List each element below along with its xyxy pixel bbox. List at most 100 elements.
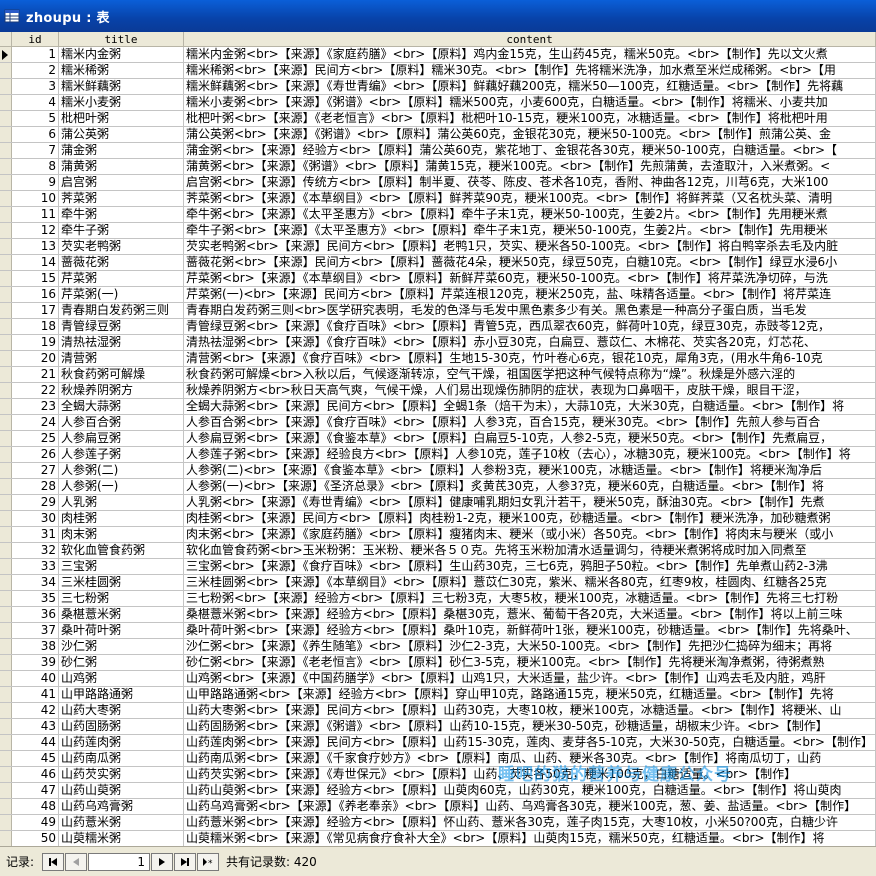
table-row[interactable]: 24 人参百合粥 人参百合粥<br>【来源】《食疗百味》<br>【原料】人参3克，百…: [0, 414, 876, 431]
cell-id[interactable]: 48: [11, 798, 60, 815]
cell-content[interactable]: 蒲黄粥<br>【来源】《粥谱》<br>【原料】蒲黄15克，粳米100克。<br>…: [183, 158, 876, 175]
cell-title[interactable]: 糯米内金粥: [58, 46, 185, 63]
table-row[interactable]: 8 蒲黄粥 蒲黄粥<br>【来源】《粥谱》<br>【原料】蒲黄15克，粳米100克。…: [0, 158, 876, 175]
cell-content[interactable]: 芹菜粥(一)<br>【来源】民间方<br>【原料】芹菜连根120克，粳米250克…: [183, 286, 876, 303]
table-row[interactable]: 43 山药固肠粥 山药固肠粥<br>【来源】《粥谱》<br>【原料】山药10-15克…: [0, 718, 876, 735]
cell-title[interactable]: 山萸糯米粥: [58, 830, 185, 846]
cell-id[interactable]: 5: [11, 110, 60, 127]
cell-content[interactable]: 人参百合粥<br>【来源】《食疗百味》<br>【原料】人参3克，百合15克，粳米…: [183, 414, 876, 431]
cell-id[interactable]: 22: [11, 382, 60, 399]
cell-title[interactable]: 芹菜粥(一): [58, 286, 185, 303]
cell-id[interactable]: 29: [11, 494, 60, 511]
last-record-button[interactable]: [174, 852, 197, 871]
table-row[interactable]: 44 山药莲肉粥 山药莲肉粥<br>【来源】民间方<br>【原料】山药15-30克，…: [0, 734, 876, 751]
table-row[interactable]: 45 山药南瓜粥 山药南瓜粥<br>【来源】《千家食疗妙方》<br>【原料】南瓜、山…: [0, 750, 876, 767]
table-row[interactable]: 33 三宝粥 三宝粥<br>【来源】《食疗百味》<br>【原料】生山药30克，三七6…: [0, 558, 876, 575]
cell-title[interactable]: 山药芡实粥: [58, 766, 185, 783]
row-selector[interactable]: [0, 446, 12, 463]
column-header-id[interactable]: id: [11, 32, 60, 47]
table-row[interactable]: 39 砂仁粥 砂仁粥<br>【来源】《老老恒言》<br>【原料】砂仁3-5克，粳米1…: [0, 654, 876, 671]
table-row[interactable]: 4 糯米小麦粥 糯米小麦粥<br>【来源】《粥谱》<br>【原料】糯米500克，小麦…: [0, 94, 876, 111]
cell-content[interactable]: 秋食药粥可解燥<br>入秋以后，气候逐渐转凉，空气干燥，祖国医学把这种气候特点称…: [183, 366, 876, 383]
table-row[interactable]: 42 山药大枣粥 山药大枣粥<br>【来源】民间方<br>【原料】山药30克，大枣1…: [0, 702, 876, 719]
cell-id[interactable]: 9: [11, 174, 60, 191]
cell-content[interactable]: 山鸡粥<br>【来源】《中国药膳学》<br>【原料】山鸡1只，大米适量，盐少许。…: [183, 670, 876, 687]
cell-title[interactable]: 三宝粥: [58, 558, 185, 575]
cell-content[interactable]: 糯米内金粥<br>【来源】《家庭药膳》<br>【原料】鸡内金15克，生山药45克…: [183, 46, 876, 63]
select-all-corner[interactable]: [0, 32, 12, 47]
cell-content[interactable]: 荠菜粥<br>【来源】《本草纲目》<br>【原料】鲜荠菜90克，粳米100克。<…: [183, 190, 876, 207]
table-row[interactable]: 16 芹菜粥(一) 芹菜粥(一)<br>【来源】民间方<br>【原料】芹菜连根120…: [0, 286, 876, 303]
table-row[interactable]: 6 蒲公英粥 蒲公英粥<br>【来源】《粥谱》<br>【原料】蒲公英60克，金银花3…: [0, 126, 876, 143]
cell-id[interactable]: 28: [11, 478, 60, 495]
cell-id[interactable]: 41: [11, 686, 60, 703]
row-selector[interactable]: [0, 126, 12, 143]
cell-id[interactable]: 38: [11, 638, 60, 655]
row-selector[interactable]: [0, 430, 12, 447]
cell-id[interactable]: 46: [11, 766, 60, 783]
cell-content[interactable]: 砂仁粥<br>【来源】《老老恒言》<br>【原料】砂仁3-5克，粳米100克。<…: [183, 654, 876, 671]
cell-title[interactable]: 秋燥养阴粥方: [58, 382, 185, 399]
cell-title[interactable]: 人参扁豆粥: [58, 430, 185, 447]
cell-id[interactable]: 37: [11, 622, 60, 639]
cell-content[interactable]: 清营粥<br>【来源】《食疗百味》<br>【原料】生地15-30克，竹叶卷心6克…: [183, 350, 876, 367]
row-selector[interactable]: [0, 350, 12, 367]
cell-title[interactable]: 蒲公英粥: [58, 126, 185, 143]
cell-content[interactable]: 人参粥(一)<br>【来源】《圣济总录》<br>【原料】炙黄芪30克，人参3?克…: [183, 478, 876, 495]
table-row[interactable]: 25 人参扁豆粥 人参扁豆粥<br>【来源】《食鉴本草》<br>【原料】白扁豆5-1…: [0, 430, 876, 447]
table-row[interactable]: 9 启宫粥 启宫粥<br>【来源】传统方<br>【原料】制半夏、茯苓、陈皮、苍术各1…: [0, 174, 876, 191]
cell-content[interactable]: 全蝎大蒜粥<br>【来源】民间方<br>【原料】全蝎1条（焙干为末），大蒜10克…: [183, 398, 876, 415]
row-selector[interactable]: [0, 494, 12, 511]
cell-content[interactable]: 三七粉粥<br>【来源】经验方<br>【原料】三七粉3克，大枣5枚，粳米100克…: [183, 590, 876, 607]
table-row[interactable]: 36 桑椹薏米粥 桑椹薏米粥<br>【来源】经验方<br>【原料】桑椹30克，薏米、…: [0, 606, 876, 623]
cell-title[interactable]: 蒲黄粥: [58, 158, 185, 175]
cell-id[interactable]: 4: [11, 94, 60, 111]
cell-title[interactable]: 肉末粥: [58, 526, 185, 543]
table-row[interactable]: 23 全蝎大蒜粥 全蝎大蒜粥<br>【来源】民间方<br>【原料】全蝎1条（焙干为末…: [0, 398, 876, 415]
table-row[interactable]: 5 枇杷叶粥 枇杷叶粥<br>【来源】《老老恒言》<br>【原料】枇杷叶10-15克…: [0, 110, 876, 127]
cell-content[interactable]: 启宫粥<br>【来源】传统方<br>【原料】制半夏、茯苓、陈皮、苍术各10克，香…: [183, 174, 876, 191]
table-row[interactable]: 41 山甲路路通粥 山甲路路通粥<br>【来源】经验方<br>【原料】穿山甲10克，…: [0, 686, 876, 703]
previous-record-button[interactable]: [65, 852, 88, 871]
cell-content[interactable]: 牵牛子粥<br>【来源】《太平圣惠方》<br>【原料】牵牛子末1克，粳米50-1…: [183, 222, 876, 239]
cell-title[interactable]: 糯米稀粥: [58, 62, 185, 79]
current-record-input[interactable]: [88, 852, 151, 871]
row-selector[interactable]: [0, 766, 12, 783]
cell-title[interactable]: 秋食药粥可解燥: [58, 366, 185, 383]
row-selector[interactable]: [0, 686, 12, 703]
cell-id[interactable]: 33: [11, 558, 60, 575]
row-selector[interactable]: [0, 830, 12, 846]
table-row[interactable]: 19 清热祛湿粥 清热祛湿粥<br>【来源】《食疗百味》<br>【原料】赤小豆30克…: [0, 334, 876, 351]
cell-content[interactable]: 软化血管食药粥<br>玉米粉粥：玉米粉、粳米各５０克。先将玉米粉加清水适量调匀，…: [183, 542, 876, 559]
next-record-button[interactable]: [151, 852, 174, 871]
row-selector[interactable]: [0, 510, 12, 527]
table-row[interactable]: 11 牵牛粥 牵牛粥<br>【来源】《太平圣惠方》<br>【原料】牵牛子末1克，粳米…: [0, 206, 876, 223]
row-selector[interactable]: [0, 542, 12, 559]
cell-id[interactable]: 20: [11, 350, 60, 367]
cell-id[interactable]: 42: [11, 702, 60, 719]
table-row[interactable]: 34 三米桂圆粥 三米桂圆粥<br>【来源】《本草纲目》<br>【原料】薏苡仁30克…: [0, 574, 876, 591]
cell-id[interactable]: 26: [11, 446, 60, 463]
cell-title[interactable]: 山药山萸粥: [58, 782, 185, 799]
cell-content[interactable]: 山药大枣粥<br>【来源】民间方<br>【原料】山药30克，大枣10枚，粳米10…: [183, 702, 876, 719]
cell-content[interactable]: 糯米稀粥<br>【来源】民间方<br>【原料】糯米30克。<br>【制作】先将糯…: [183, 62, 876, 79]
cell-id[interactable]: 14: [11, 254, 60, 271]
row-selector[interactable]: [0, 814, 12, 831]
cell-id[interactable]: 23: [11, 398, 60, 415]
cell-title[interactable]: 启宫粥: [58, 174, 185, 191]
cell-content[interactable]: 青春期白发药粥三则<br>医学研究表明，毛发的色泽与毛发中黑色素多少有关。黑色素…: [183, 302, 876, 319]
cell-content[interactable]: 秋燥养阴粥方<br>秋日天高气爽，气候干燥，人们易出现燥伤肺阴的症状，表现为口鼻…: [183, 382, 876, 399]
row-selector[interactable]: [0, 174, 12, 191]
cell-title[interactable]: 山药乌鸡膏粥: [58, 798, 185, 815]
cell-content[interactable]: 蒲金粥<br>【来源】经验方<br>【原料】蒲公英60克，紫花地丁、金银花各30…: [183, 142, 876, 159]
row-selector[interactable]: [0, 270, 12, 287]
table-row[interactable]: 1 糯米内金粥 糯米内金粥<br>【来源】《家庭药膳》<br>【原料】鸡内金15克，…: [0, 46, 876, 63]
table-row[interactable]: 7 蒲金粥 蒲金粥<br>【来源】经验方<br>【原料】蒲公英60克，紫花地丁、金银…: [0, 142, 876, 159]
first-record-button[interactable]: [42, 852, 65, 871]
table-row[interactable]: 47 山药山萸粥 山药山萸粥<br>【来源】经验方<br>【原料】山萸肉60克，山药…: [0, 782, 876, 799]
table-row[interactable]: 14 蔷薇花粥 蔷薇花粥<br>【来源】民间方<br>【原料】蔷薇花4朵，粳米50克…: [0, 254, 876, 271]
cell-id[interactable]: 13: [11, 238, 60, 255]
cell-id[interactable]: 6: [11, 126, 60, 143]
cell-content[interactable]: 蒲公英粥<br>【来源】《粥谱》<br>【原料】蒲公英60克，金银花30克，粳米…: [183, 126, 876, 143]
cell-title[interactable]: 全蝎大蒜粥: [58, 398, 185, 415]
